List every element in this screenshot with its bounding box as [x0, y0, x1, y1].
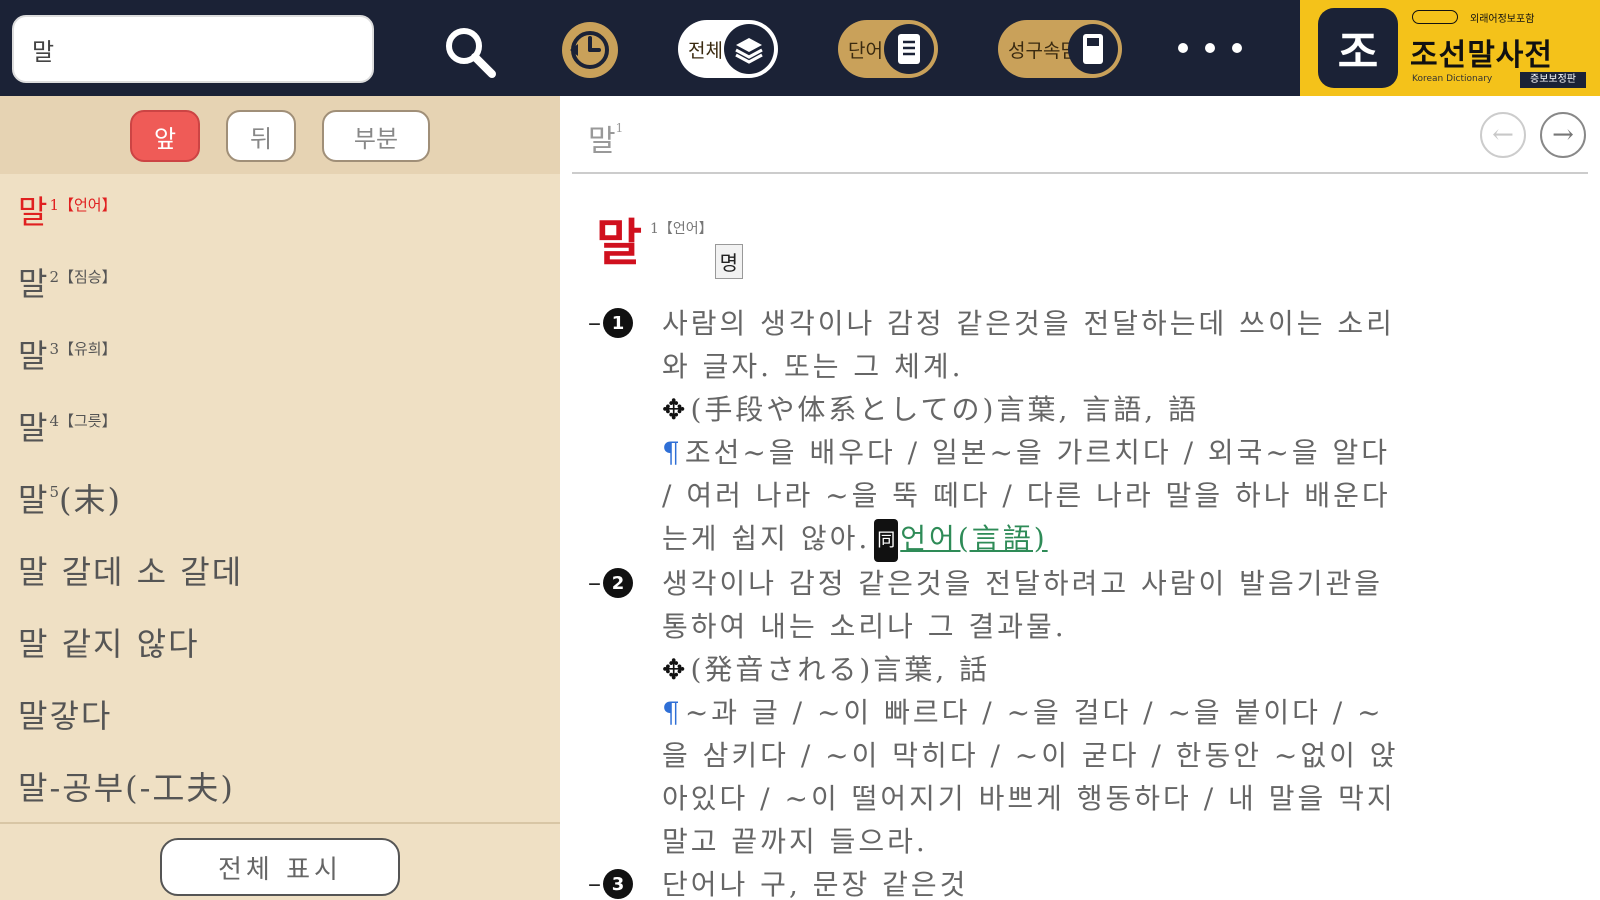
- entry-divider: [572, 172, 1588, 174]
- clover-icon: ✥: [662, 393, 689, 426]
- sense-number: –2: [588, 562, 633, 604]
- example-line: 아있다 / ~이 떨어지기 바쁘게 행동하다 / 내 말을 막지: [662, 782, 1396, 815]
- arrow-right-icon: →: [1552, 120, 1574, 150]
- show-all-button[interactable]: 전체 표시: [160, 838, 400, 896]
- sense-list: –1 사람의 생각이나 감정 같은것을 전달하는데 쓰이는 소리 와 글자. 또…: [588, 302, 1588, 900]
- sense-3: –3 단어나 구, 문장 같은것: [588, 863, 1588, 900]
- definition-line: 통하여 내는 소리나 그 결과물.: [662, 610, 1067, 643]
- headword: 말: [596, 214, 642, 272]
- filter-front-button[interactable]: 앞: [130, 110, 200, 162]
- match-filter-bar: 앞 뒤 부분: [0, 96, 560, 174]
- sense-2: –2 생각이나 감정 같은것을 전달하려고 사람이 발음기관을 통하여 내는 소…: [588, 562, 1588, 863]
- definition-line: 단어나 구, 문장 같은것: [662, 868, 969, 900]
- example-line: / 여러 나라 ~을 뚝 떼다 / 다른 나라 말을 하나 배운다: [662, 479, 1391, 512]
- back-button[interactable]: ←: [1480, 112, 1526, 158]
- sense-number: –3: [588, 863, 633, 900]
- synonym-badge: 同: [874, 519, 899, 562]
- clover-icon: ✥: [662, 653, 689, 686]
- history-button[interactable]: [562, 22, 618, 78]
- filter-back-button[interactable]: 뒤: [226, 110, 296, 162]
- brand-top-text: 외래어정보포함: [1470, 14, 1535, 25]
- word-list-panel: 앞 뒤 부분 말 1【언어】 말 2【짐승】 말 3【유희】 말 4【그릇】 말 5 (末)…: [0, 96, 560, 900]
- pilcrow-icon: ¶: [662, 436, 683, 469]
- example-line: ¶~과 글 / ~이 빠르다 / ~을 걸다 / ~을 붙이다 / ~: [662, 696, 1384, 729]
- brand-title: 조선말사전: [1410, 38, 1553, 73]
- entry-header-word: 말1: [588, 121, 624, 159]
- list-item[interactable]: 말 1【언어】: [0, 174, 560, 246]
- search-icon: [446, 28, 496, 78]
- top-bar: 전체 단어 성구속담: [0, 0, 1600, 96]
- example-line: 을 삼키다 / ~이 막히다 / ~이 굳다 / 한동안 ~없이 앉: [662, 739, 1399, 772]
- word-mode-toggle[interactable]: 단어: [838, 20, 938, 78]
- all-mode-toggle[interactable]: 전체: [678, 20, 778, 78]
- word-list: 말 1【언어】 말 2【짐승】 말 3【유희】 말 4【그릇】 말 5 (末) 말 갈데 소…: [0, 174, 560, 822]
- definition-line: 생각이나 감정 같은것을 전달하려고 사람이 발음기관을: [662, 567, 1383, 600]
- entry-header: 말1 ← →: [560, 96, 1600, 172]
- more-button[interactable]: [1178, 30, 1242, 66]
- list-item[interactable]: 말 4【그릇】: [0, 390, 560, 462]
- dictionary-logo-icon: 조: [1318, 8, 1398, 88]
- all-mode-label: 전체: [688, 39, 723, 62]
- search-input[interactable]: [14, 17, 372, 81]
- list-item[interactable]: 말-공부(-工夫): [0, 750, 560, 822]
- arrow-left-icon: ←: [1492, 120, 1514, 150]
- brand-edition: 증보보정판: [1520, 72, 1586, 88]
- definition-line: 와 글자. 또는 그 체계.: [662, 350, 964, 383]
- word-mode-label: 단어: [848, 39, 883, 62]
- clock-icon: [570, 31, 609, 69]
- example-line: ¶조선~을 배우다 / 일본~을 가르치다 / 외국~을 알다: [662, 436, 1391, 469]
- filter-partial-button[interactable]: 부분: [322, 110, 430, 162]
- sense-1: –1 사람의 생각이나 감정 같은것을 전달하는데 쓰이는 소리 와 글자. 또…: [588, 302, 1588, 562]
- pilcrow-icon: ¶: [662, 696, 683, 729]
- list-item[interactable]: 말 5 (末): [0, 462, 560, 534]
- list-item[interactable]: 말 갈데 소 갈데: [0, 534, 560, 606]
- japanese-equivalent: ✥(発音される)言葉, 話: [662, 653, 991, 686]
- japanese-equivalent: ✥(手段や体系としての)言葉, 言語, 語: [662, 393, 1200, 426]
- example-line: 말고 끝까지 들으라.: [662, 825, 928, 858]
- stack-icon: [724, 24, 774, 74]
- brand-badge-outline: [1412, 10, 1458, 24]
- list-item[interactable]: 말갛다: [0, 678, 560, 750]
- more-icon-dot: [1232, 43, 1242, 53]
- forward-button[interactable]: →: [1540, 112, 1586, 158]
- document-icon: [884, 24, 934, 74]
- definition-line: 사람의 생각이나 감정 같은것을 전달하는데 쓰이는 소리: [662, 307, 1395, 340]
- headword-sense-tag: 1【언어】: [650, 221, 713, 237]
- list-item[interactable]: 말 2【짐승】: [0, 246, 560, 318]
- more-icon-dot: [1178, 43, 1188, 53]
- brand-subtitle: Korean Dictionary: [1412, 74, 1493, 84]
- search-box[interactable]: [12, 15, 374, 83]
- book-icon: [1068, 24, 1118, 74]
- more-icon-dot: [1205, 43, 1215, 53]
- list-item[interactable]: 말 3【유희】: [0, 318, 560, 390]
- example-line: 는게 쉽지 않아. 同 언어(言語): [662, 517, 1588, 562]
- synonym-link[interactable]: 언어(言語): [900, 522, 1047, 555]
- entry-panel: 말1 ← → 말 1【언어】 명 –1 사람의 생각이나 감정 같은것을 전달하…: [560, 96, 1600, 900]
- idiom-mode-toggle[interactable]: 성구속담: [998, 20, 1122, 78]
- logo-glyph: 조: [1337, 27, 1379, 78]
- sense-number: –1: [588, 302, 633, 344]
- search-button[interactable]: [440, 22, 500, 82]
- part-of-speech-badge: 명: [714, 244, 744, 279]
- entry-headword-block: 말 1【언어】 명: [596, 214, 744, 279]
- list-divider: [0, 822, 560, 824]
- list-item[interactable]: 말 같지 않다: [0, 606, 560, 678]
- app-brand-banner: 조 외래어정보포함 조선말사전 Korean Dictionary 증보보정판: [1300, 0, 1600, 96]
